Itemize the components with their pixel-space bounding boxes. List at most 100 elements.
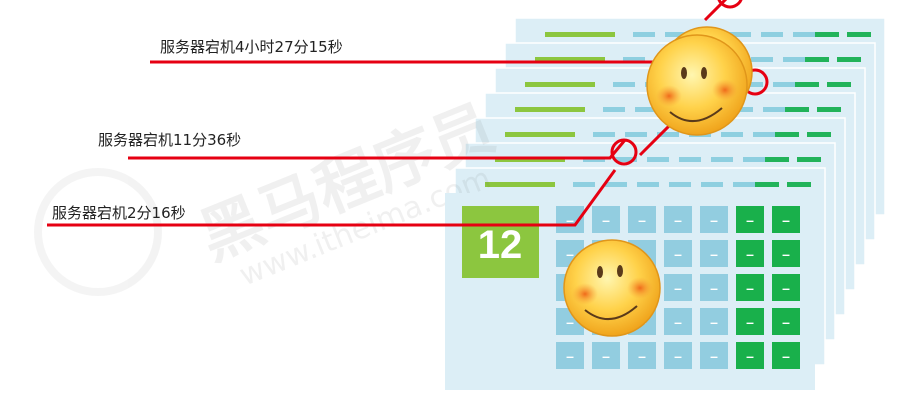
blue-bar — [613, 82, 635, 87]
svg-text:–: – — [782, 246, 790, 262]
svg-text:–: – — [674, 348, 682, 364]
watermark: 黑马程序员 www.itheima.com — [34, 90, 504, 296]
hour-cell: – — [664, 342, 692, 369]
blue-bar — [633, 32, 655, 37]
green-bar — [817, 107, 841, 112]
outage-label-2: 服务器宕机11分36秒 — [98, 131, 242, 149]
blue-bar — [605, 182, 627, 187]
blue-bar — [733, 182, 755, 187]
blue-bar — [647, 157, 669, 162]
smiley-face-front — [563, 239, 661, 337]
lime-bar — [515, 107, 585, 112]
blue-bar — [721, 132, 743, 137]
hour-cell: – — [592, 342, 620, 369]
hour-cell: – — [556, 342, 584, 369]
hour-cell: – — [772, 308, 800, 335]
svg-text:–: – — [782, 314, 790, 330]
svg-text:–: – — [746, 246, 754, 262]
green-bar — [827, 82, 851, 87]
green-bar — [795, 82, 819, 87]
svg-text:–: – — [602, 348, 610, 364]
svg-text:–: – — [782, 212, 790, 228]
svg-text:–: – — [782, 348, 790, 364]
hour-cell: – — [772, 240, 800, 267]
blue-bar — [763, 107, 785, 112]
hour-cell: – — [700, 308, 728, 335]
svg-text:–: – — [674, 314, 682, 330]
hour-cell: – — [628, 342, 656, 369]
svg-text:–: – — [710, 314, 718, 330]
blue-bar — [761, 32, 783, 37]
hour-cell: – — [736, 342, 764, 369]
blue-bar — [603, 107, 625, 112]
blue-bar — [743, 157, 765, 162]
hour-cell: – — [628, 206, 656, 233]
hour-cell: – — [592, 206, 620, 233]
green-bar — [765, 157, 789, 162]
blue-bar — [573, 182, 595, 187]
hour-cell: – — [664, 274, 692, 301]
hour-cell: – — [772, 274, 800, 301]
blue-bar — [625, 132, 647, 137]
hour-cell: – — [664, 308, 692, 335]
blue-bar — [593, 132, 615, 137]
green-bar — [837, 57, 861, 62]
svg-text:–: – — [746, 280, 754, 296]
hour-cell: – — [664, 240, 692, 267]
hour-cell: – — [700, 240, 728, 267]
green-bar — [815, 32, 839, 37]
blue-bar — [711, 157, 733, 162]
hour-cell: – — [736, 274, 764, 301]
svg-text:–: – — [710, 246, 718, 262]
svg-text:–: – — [638, 348, 646, 364]
lime-bar — [485, 182, 555, 187]
svg-text:–: – — [746, 212, 754, 228]
blue-bar — [679, 157, 701, 162]
hour-cell: – — [736, 308, 764, 335]
outage-line-1-diag — [703, 0, 728, 22]
green-bar — [805, 57, 829, 62]
hour-cell: – — [664, 206, 692, 233]
green-bar — [775, 132, 799, 137]
outage-label-1: 服务器宕机4小时27分15秒 — [160, 38, 343, 56]
outage-marker-1 — [717, 0, 743, 9]
day-number: 12 — [478, 223, 523, 267]
svg-text:–: – — [566, 348, 574, 364]
blue-bar — [773, 82, 795, 87]
svg-text:–: – — [710, 280, 718, 296]
svg-text:–: – — [746, 314, 754, 330]
hour-cell: – — [736, 206, 764, 233]
blue-bar — [669, 182, 691, 187]
blue-bar — [701, 182, 723, 187]
svg-text:–: – — [710, 348, 718, 364]
svg-text:–: – — [674, 280, 682, 296]
lime-bar — [505, 132, 575, 137]
green-bar — [787, 182, 811, 187]
svg-text:–: – — [602, 212, 610, 228]
hour-cell: – — [736, 240, 764, 267]
blue-bar — [793, 32, 815, 37]
green-bar — [785, 107, 809, 112]
svg-text:–: – — [638, 212, 646, 228]
outage-label-3: 服务器宕机2分16秒 — [52, 204, 186, 222]
green-bar — [847, 32, 871, 37]
blue-bar — [753, 132, 775, 137]
lime-bar — [545, 32, 615, 37]
lime-bar — [525, 82, 595, 87]
green-bar — [807, 132, 831, 137]
svg-text:–: – — [746, 348, 754, 364]
blue-bar — [783, 57, 805, 62]
blue-bar — [751, 57, 773, 62]
hour-cell: – — [772, 206, 800, 233]
hour-cell: – — [700, 206, 728, 233]
hour-cell: – — [700, 274, 728, 301]
hour-cell: – — [700, 342, 728, 369]
blue-bar — [637, 182, 659, 187]
svg-text:–: – — [674, 246, 682, 262]
svg-text:–: – — [782, 280, 790, 296]
green-bar — [755, 182, 779, 187]
svg-text:–: – — [674, 212, 682, 228]
hour-cell: – — [772, 342, 800, 369]
svg-text:–: – — [710, 212, 718, 228]
smiley-face-top — [646, 34, 748, 136]
